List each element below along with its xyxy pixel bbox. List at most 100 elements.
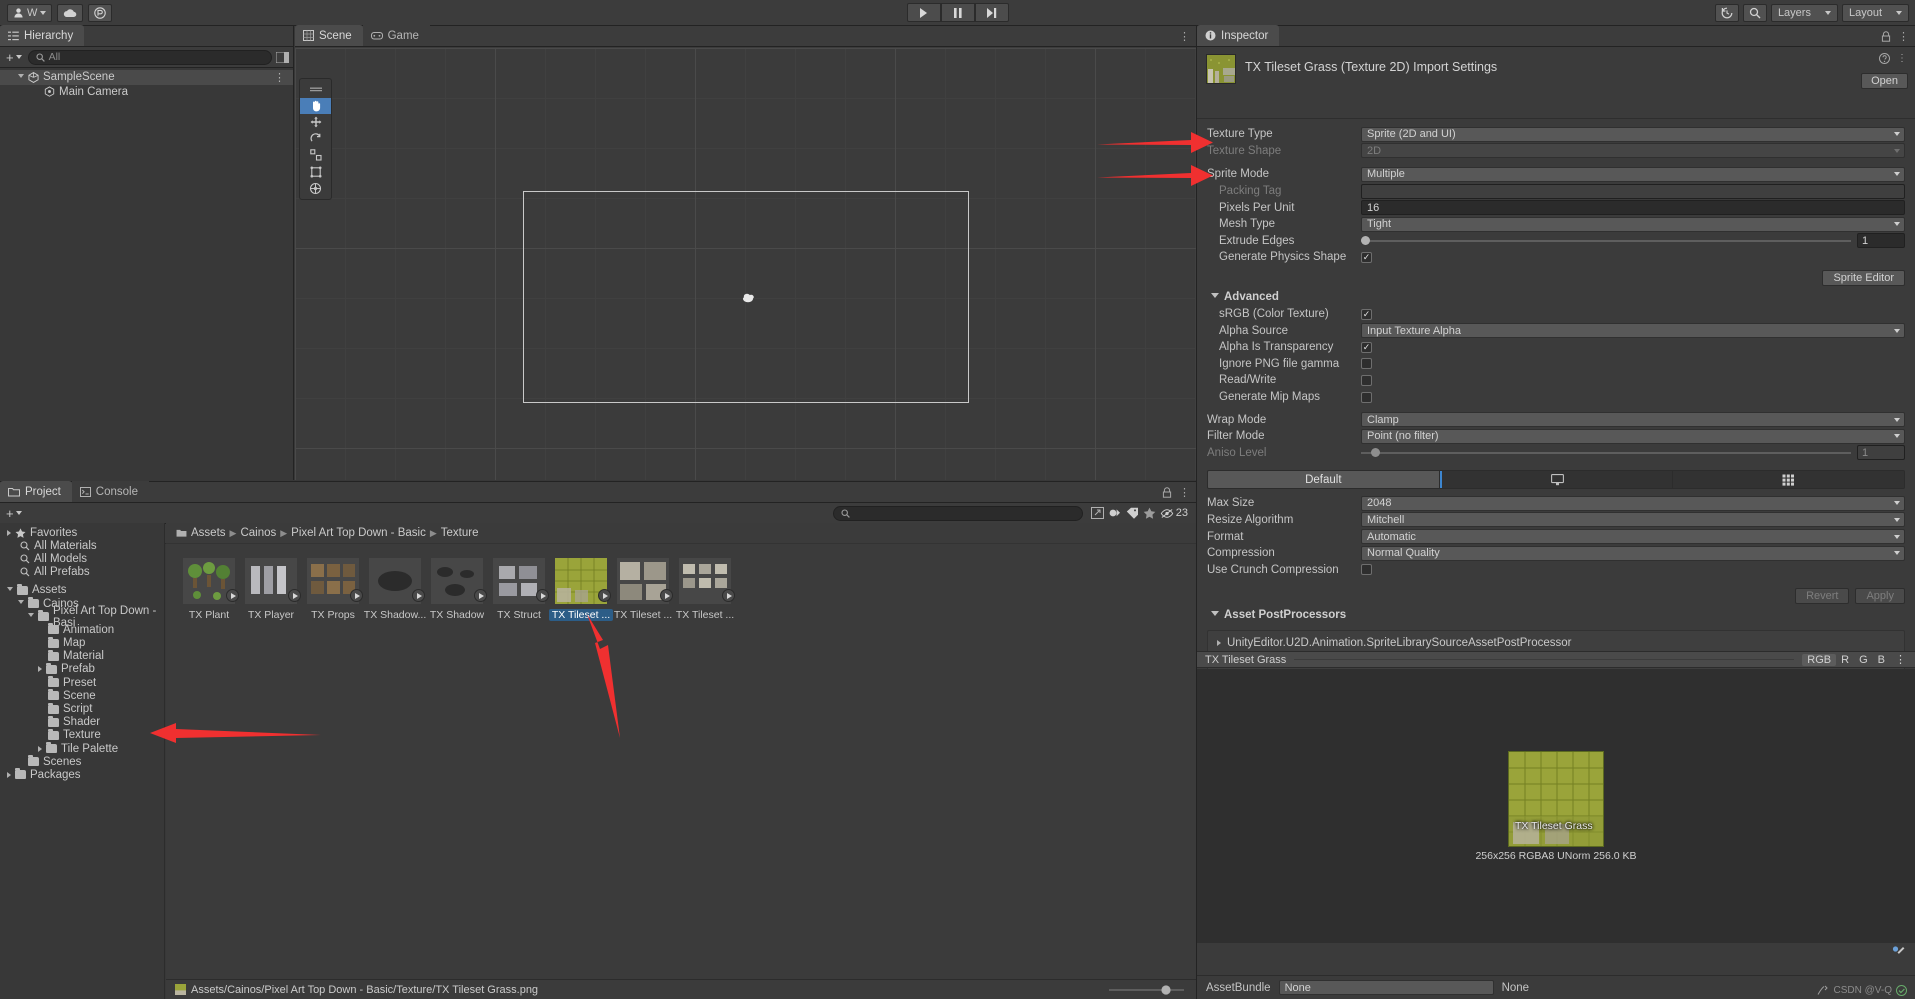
hierarchy-item-samplescene[interactable]: SampleScene ⋮ bbox=[0, 70, 293, 85]
breadcrumb-texture[interactable]: Texture bbox=[441, 527, 479, 539]
preview-channel-b[interactable]: B bbox=[1873, 654, 1890, 666]
tree-item-all-materials[interactable]: All Materials bbox=[0, 539, 164, 552]
platform-tab-standalone[interactable] bbox=[1441, 471, 1674, 489]
srgb-checkbox[interactable]: ✓ bbox=[1361, 308, 1372, 320]
tree-item-all-prefabs[interactable]: All Prefabs bbox=[0, 566, 164, 579]
asset-expand-icon[interactable] bbox=[288, 589, 301, 602]
preview-channel-rgb[interactable]: RGB bbox=[1802, 653, 1837, 666]
tab-project[interactable]: Project bbox=[0, 481, 72, 502]
sprite-editor-button[interactable]: Sprite Editor bbox=[1822, 269, 1905, 286]
pixels-per-unit-input[interactable]: 16 bbox=[1361, 200, 1905, 216]
scale-tool-button[interactable] bbox=[300, 147, 331, 164]
tree-item-map[interactable]: Map bbox=[0, 636, 164, 650]
apply-button[interactable]: Apply bbox=[1855, 588, 1905, 605]
scene-viewport[interactable] bbox=[295, 48, 1196, 480]
extrude-edges-value-input[interactable]: 1 bbox=[1857, 233, 1905, 249]
asset-item[interactable]: TX Struct bbox=[488, 558, 550, 621]
tab-game[interactable]: Game bbox=[362, 25, 430, 46]
project-add-button[interactable]: + bbox=[4, 506, 24, 521]
tree-item-all-models[interactable]: All Models bbox=[0, 552, 164, 565]
asset-expand-icon[interactable] bbox=[350, 589, 363, 602]
chevron-down-icon[interactable] bbox=[18, 73, 24, 81]
preview-channel-g[interactable]: G bbox=[1854, 654, 1873, 666]
open-external-icon[interactable] bbox=[1090, 507, 1104, 519]
platform-tab-android[interactable] bbox=[1673, 471, 1904, 489]
tree-item-prefab[interactable]: Prefab bbox=[0, 662, 164, 676]
project-more-icon[interactable]: ⋮ bbox=[1179, 486, 1190, 499]
tree-item-scene[interactable]: Scene bbox=[0, 689, 164, 702]
alpha-source-dropdown[interactable]: Input Texture Alpha bbox=[1361, 323, 1905, 339]
asset-expand-icon[interactable] bbox=[412, 589, 425, 602]
preview-body[interactable]: TX Tileset Grass 256x256 RGBA8 UNorm 256… bbox=[1197, 669, 1915, 943]
tree-item-script[interactable]: Script bbox=[0, 702, 164, 715]
use-crunch-compression-checkbox[interactable] bbox=[1361, 564, 1372, 576]
more-icon[interactable]: ⋮ bbox=[274, 71, 285, 84]
tool-drag-handle[interactable] bbox=[300, 81, 331, 98]
history-button[interactable] bbox=[1714, 3, 1739, 22]
tree-item-assets[interactable]: Assets bbox=[0, 583, 164, 597]
transform-tool-button[interactable] bbox=[300, 180, 331, 197]
preview-channel-r[interactable]: R bbox=[1836, 654, 1854, 666]
revert-button[interactable]: Revert bbox=[1795, 588, 1850, 605]
tree-item-favorites[interactable]: Favorites bbox=[0, 526, 164, 539]
rotate-tool-button[interactable] bbox=[300, 131, 331, 148]
hierarchy-add-button[interactable]: + bbox=[4, 50, 24, 65]
tab-inspector[interactable]: Inspector bbox=[1197, 25, 1280, 46]
hierarchy-search-input[interactable]: All bbox=[27, 49, 272, 65]
asset-item[interactable]: TX Tileset ... bbox=[612, 558, 674, 621]
max-size-dropdown[interactable]: 2048 bbox=[1361, 495, 1905, 511]
lock-icon[interactable] bbox=[1162, 487, 1172, 498]
asset-expand-icon[interactable] bbox=[536, 589, 549, 602]
ignore-png-gamma-checkbox[interactable] bbox=[1361, 358, 1372, 370]
layout-dropdown[interactable]: Layout bbox=[1841, 3, 1909, 22]
chevron-right-icon[interactable] bbox=[1217, 639, 1221, 646]
tree-item-tile-palette[interactable]: Tile Palette bbox=[0, 742, 164, 755]
asset-item[interactable]: TX Shadow bbox=[426, 558, 488, 621]
move-tool-button[interactable] bbox=[300, 114, 331, 131]
asset-item[interactable]: TX Tileset ... bbox=[674, 558, 736, 621]
preview-settings-icon[interactable] bbox=[1891, 945, 1905, 961]
read-write-checkbox[interactable] bbox=[1361, 374, 1372, 386]
help-icon[interactable] bbox=[1879, 53, 1890, 64]
scene-more-icon[interactable]: ⋮ bbox=[1179, 30, 1190, 43]
asset-expand-icon[interactable] bbox=[660, 589, 673, 602]
generate-physics-shape-checkbox[interactable]: ✓ bbox=[1361, 251, 1372, 263]
tree-item-preset[interactable]: Preset bbox=[0, 676, 164, 689]
tab-scene[interactable]: Scene bbox=[295, 25, 363, 46]
tree-item-texture[interactable]: Texture bbox=[0, 728, 164, 742]
step-button[interactable] bbox=[974, 3, 1009, 22]
texture-type-dropdown[interactable]: Sprite (2D and UI) bbox=[1361, 126, 1905, 142]
alpha-is-transparency-checkbox[interactable]: ✓ bbox=[1361, 341, 1372, 353]
chevron-right-icon[interactable] bbox=[7, 529, 11, 536]
asset-item[interactable]: TX Shadow... bbox=[364, 558, 426, 621]
mesh-type-dropdown[interactable]: Tight bbox=[1361, 216, 1905, 232]
filter-type-icon[interactable] bbox=[1108, 507, 1122, 519]
chevron-down-icon[interactable] bbox=[28, 613, 34, 620]
asset-expand-icon[interactable] bbox=[226, 589, 239, 602]
hand-tool-button[interactable] bbox=[300, 97, 331, 114]
filter-mode-dropdown[interactable]: Point (no filter) bbox=[1361, 428, 1905, 444]
breadcrumb-pixelart[interactable]: Pixel Art Top Down - Basic bbox=[291, 527, 426, 539]
assetbundle-dropdown[interactable]: None bbox=[1278, 980, 1494, 995]
chevron-right-icon[interactable] bbox=[7, 771, 11, 778]
tab-hierarchy[interactable]: Hierarchy bbox=[0, 25, 85, 46]
postprocessor-item[interactable]: UnityEditor.U2D.Animation.SpriteLibraryS… bbox=[1208, 634, 1904, 651]
tab-console[interactable]: Console bbox=[71, 481, 149, 502]
pause-button[interactable] bbox=[940, 3, 975, 22]
chevron-right-icon[interactable] bbox=[38, 666, 42, 673]
filter-label-icon[interactable] bbox=[1126, 507, 1139, 519]
advanced-foldout[interactable]: Advanced bbox=[1207, 286, 1905, 306]
asset-postprocessors-foldout[interactable]: Asset PostProcessors bbox=[1207, 604, 1905, 624]
asset-expand-icon[interactable] bbox=[598, 589, 611, 602]
filter-favorite-icon[interactable] bbox=[1143, 507, 1156, 519]
tree-item-shader[interactable]: Shader bbox=[0, 715, 164, 729]
wrap-mode-dropdown[interactable]: Clamp bbox=[1361, 412, 1905, 428]
resize-algorithm-dropdown[interactable]: Mitchell bbox=[1361, 512, 1905, 528]
chevron-down-icon[interactable] bbox=[7, 586, 13, 594]
tree-item-packages[interactable]: Packages bbox=[0, 768, 164, 781]
tree-item-material[interactable]: Material bbox=[0, 649, 164, 663]
play-button[interactable] bbox=[906, 3, 941, 22]
generate-mip-maps-checkbox[interactable] bbox=[1361, 391, 1372, 403]
inspector-more-icon[interactable]: ⋮ bbox=[1898, 30, 1909, 43]
asset-item[interactable]: TX Props bbox=[302, 558, 364, 621]
